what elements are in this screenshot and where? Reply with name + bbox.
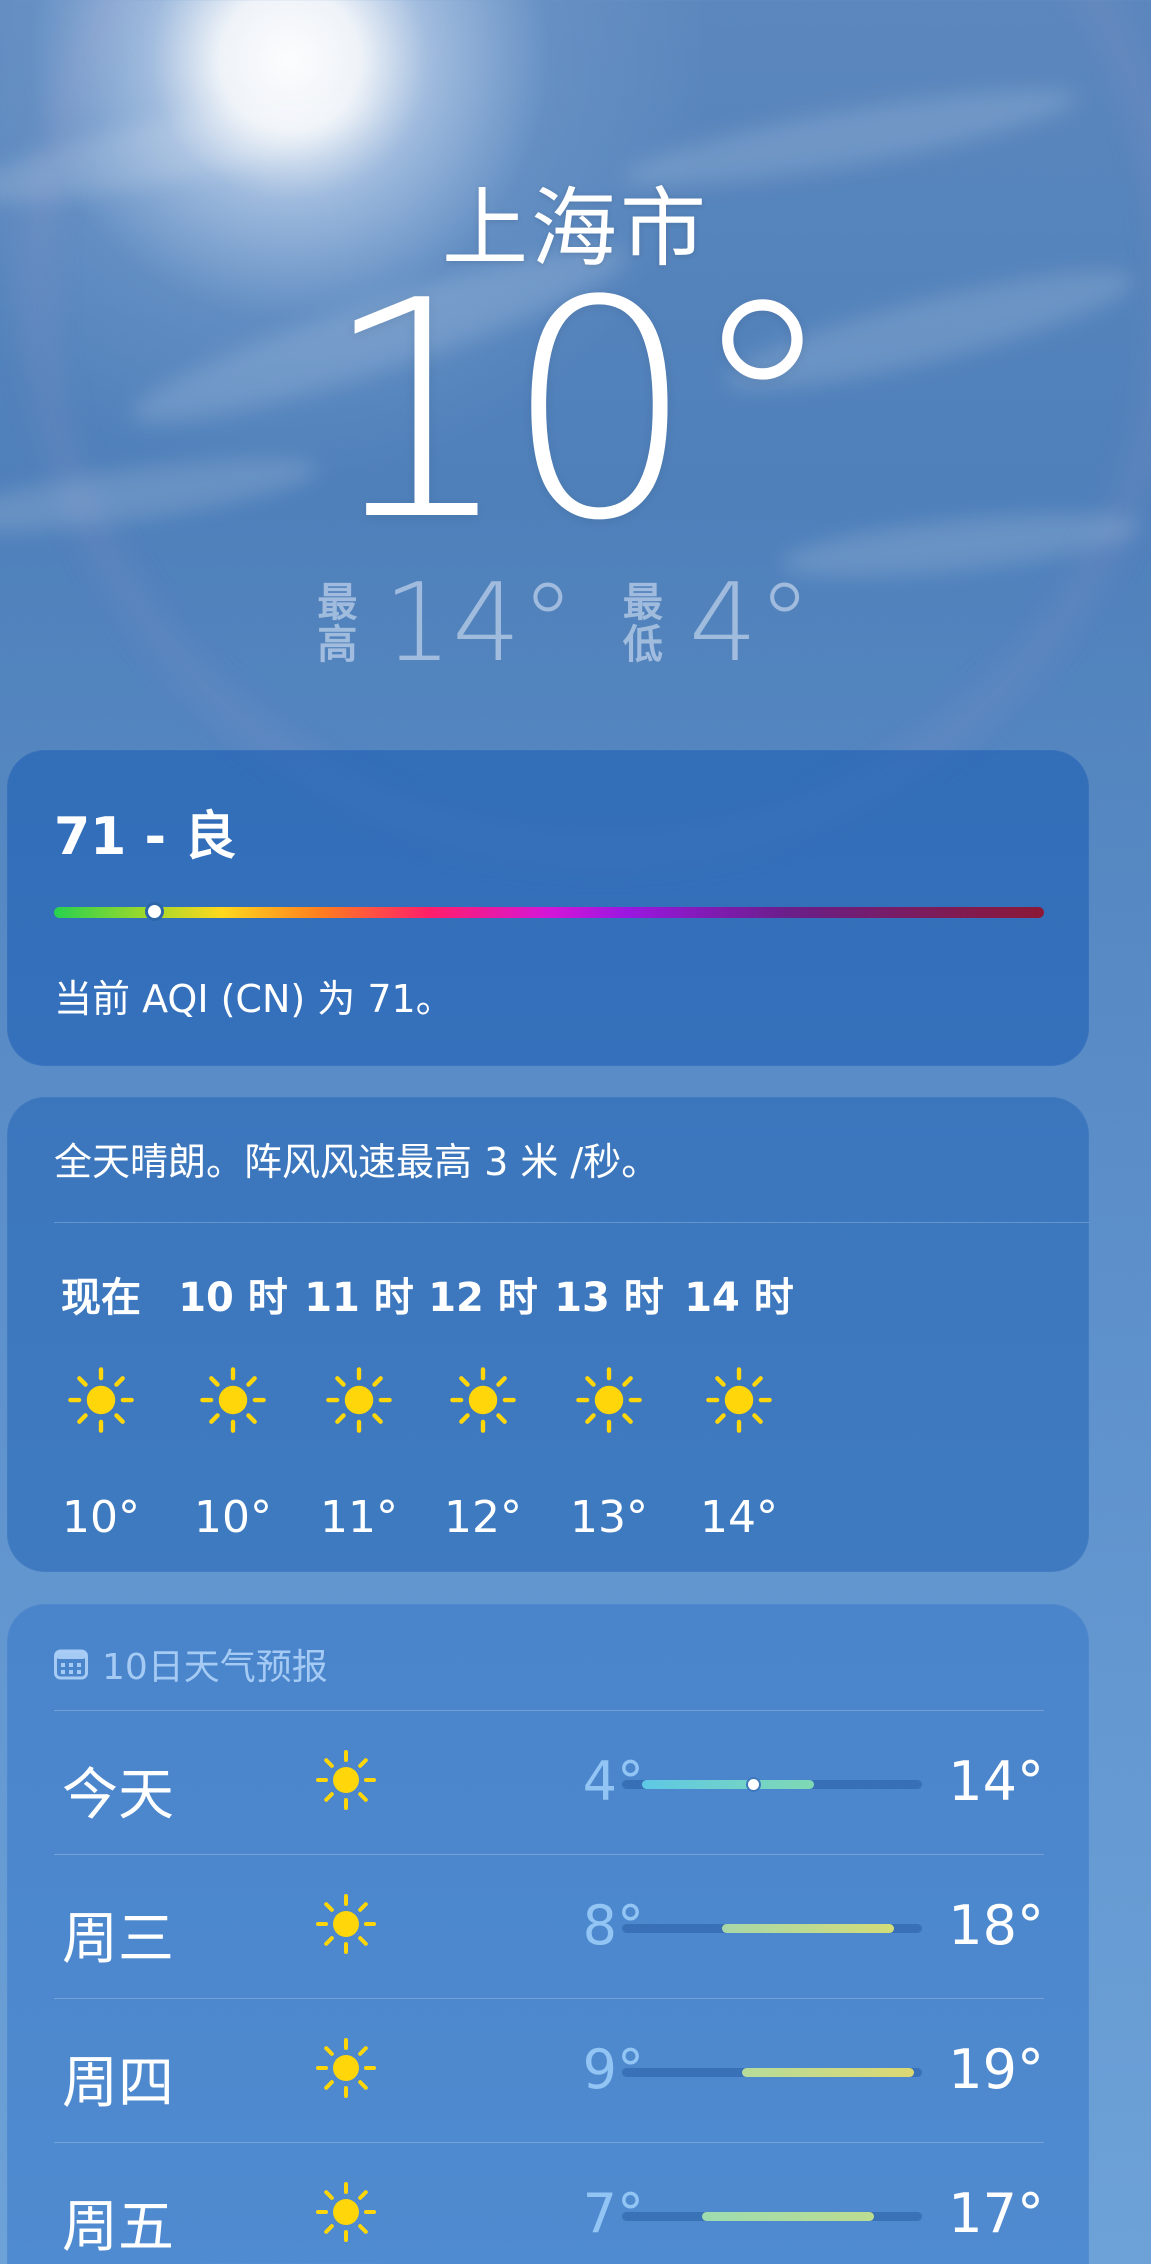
sun-icon <box>326 1367 392 1433</box>
hour-icon <box>704 1365 774 1435</box>
air-quality-card[interactable]: 71 - 良 当前 AQI (CN) 为 71。 <box>7 750 1089 1066</box>
day-icon <box>314 1892 378 1956</box>
hour-icon <box>324 1365 394 1435</box>
row-divider <box>54 1710 1044 1711</box>
day-row[interactable]: 周三 8° 18° <box>54 1856 1044 2000</box>
day-name: 今天 <box>62 1763 174 1828</box>
aqi-scale-bar <box>54 907 1044 918</box>
sun-icon <box>576 1367 642 1433</box>
hour-temperature: 12° <box>444 1492 522 1543</box>
hour-temperature: 13° <box>570 1492 648 1543</box>
day-high-temperature: 17° <box>948 2182 1044 2245</box>
temperature-range-track <box>622 1777 922 1792</box>
temperature-range-bar <box>742 2068 914 2077</box>
aqi-title: 71 - 良 <box>54 807 237 867</box>
sun-icon <box>200 1367 266 1433</box>
calendar-icon <box>54 1649 88 1680</box>
ten-day-header: 10日天气预报 <box>54 1638 328 1690</box>
row-divider <box>54 1854 1044 1855</box>
day-high-temperature: 14° <box>948 1750 1044 1813</box>
hour-icon <box>574 1365 644 1435</box>
temperature-range-bar <box>702 2212 874 2221</box>
high-temperature: 14° <box>383 561 575 686</box>
hour-temperature: 11° <box>320 1492 398 1543</box>
high-label: 最 高 <box>317 580 358 668</box>
hour-label: 现在 <box>61 1275 141 1321</box>
ten-day-title: 10日天气预报 <box>102 1647 328 1688</box>
low-temperature: 4° <box>688 561 812 686</box>
temperature-range-track <box>622 1924 922 1933</box>
hour-icon <box>448 1365 518 1435</box>
sun-icon <box>316 1894 376 1954</box>
temperature-range-bar <box>722 1924 894 1933</box>
day-icon <box>314 1748 378 1812</box>
aqi-indicator <box>145 902 164 921</box>
hourly-summary: 全天晴朗。阵风风速最高 3 米 /秒。 <box>54 1140 660 1184</box>
day-high-temperature: 18° <box>948 1894 1044 1957</box>
row-divider <box>54 1998 1044 1999</box>
hourly-forecast-card[interactable]: 全天晴朗。阵风风速最高 3 米 /秒。 现在 10° 10 时 10° 11 时 11° 1… <box>7 1097 1089 1572</box>
hour-temperature: 10° <box>62 1492 140 1543</box>
current-temperature: 10° <box>321 237 838 586</box>
aqi-description: 当前 AQI (CN) 为 71。 <box>54 977 454 1021</box>
temperature-range-track <box>622 2212 922 2221</box>
divider <box>54 1222 1089 1223</box>
hour-icon <box>66 1365 136 1435</box>
hour-temperature: 10° <box>194 1492 272 1543</box>
hour-label: 12 时 <box>428 1275 538 1321</box>
day-row[interactable]: 周四 9° 19° <box>54 2000 1044 2144</box>
day-row[interactable]: 周五 7° 17° <box>54 2144 1044 2264</box>
hour-label: 13 时 <box>554 1275 664 1321</box>
temperature-range-bar <box>642 1780 814 1789</box>
sun-icon <box>450 1367 516 1433</box>
temperature-range-track <box>622 2068 922 2077</box>
day-name: 周五 <box>62 2195 174 2260</box>
day-name: 周四 <box>62 2051 174 2116</box>
ten-day-forecast-card[interactable]: 10日天气预报 今天 4° 14° 周三 8° 18° 周四 9° 19° 周五 7° 17° <box>7 1604 1089 2264</box>
sun-icon <box>68 1367 134 1433</box>
row-divider <box>54 2142 1044 2143</box>
current-temperature-marker <box>746 1777 761 1792</box>
day-row[interactable]: 今天 4° 14° <box>54 1712 1044 1856</box>
hour-label: 14 时 <box>684 1275 794 1321</box>
sun-icon <box>316 2182 376 2242</box>
hour-label: 10 时 <box>178 1275 288 1321</box>
day-icon <box>314 2180 378 2244</box>
hour-label: 11 时 <box>304 1275 414 1321</box>
day-high-temperature: 19° <box>948 2038 1044 2101</box>
high-low-temps: 最 高 14° 最 低 4° <box>0 570 1151 678</box>
hour-icon <box>198 1365 268 1435</box>
sun-icon <box>316 1750 376 1810</box>
day-icon <box>314 2036 378 2100</box>
sun-icon <box>706 1367 772 1433</box>
hour-temperature: 14° <box>700 1492 778 1543</box>
sun-icon <box>316 2038 376 2098</box>
low-label: 最 低 <box>622 580 663 668</box>
day-name: 周三 <box>62 1907 174 1972</box>
